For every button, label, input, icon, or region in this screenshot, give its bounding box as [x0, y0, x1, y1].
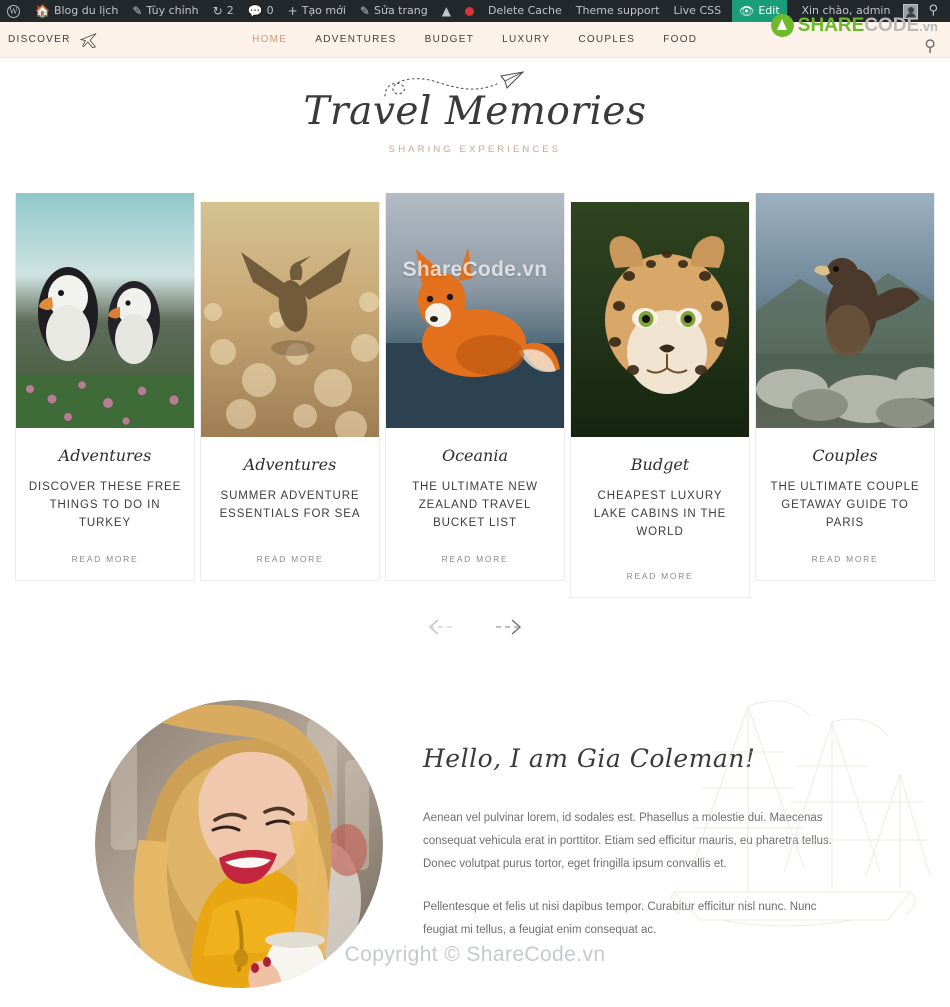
about-text-block: Hello, I am Gia Coleman! Aenean vel pulv…: [383, 700, 931, 962]
wordpress-logo-icon[interactable]: W: [0, 0, 28, 22]
page-title: Travel Memories: [303, 89, 647, 134]
about-paragraph-2: Pellentesque et felis ut nisi dapibus te…: [423, 901, 817, 937]
adminbar-customize-label: Tùy chỉnh: [146, 4, 199, 17]
read-more-link[interactable]: READ MORE: [627, 541, 694, 581]
adminbar-status-dot[interactable]: [458, 0, 481, 22]
site-brand[interactable]: DISCOVER: [0, 31, 252, 49]
list-item[interactable]: Couples THE ULTIMATE COUPLE GETAWAY GUID…: [755, 193, 935, 582]
nav-item-adventures[interactable]: ADVENTURES: [315, 34, 396, 45]
plus-icon: +: [287, 4, 298, 18]
site-navigation: DISCOVER HOME ADVENTURES BUDGET LUXURY C…: [0, 22, 950, 58]
post-carousel: Adventures DISCOVER THESE FREE THINGS TO…: [0, 193, 950, 599]
red-dot-icon: [464, 6, 474, 16]
avatar[interactable]: [903, 3, 919, 19]
adminbar-yoast-seo[interactable]: ▲: [435, 0, 458, 22]
adminbar-comments[interactable]: 💬 0: [241, 0, 281, 22]
card-title[interactable]: CHEAPEST LUXURY LAKE CABINS IN THE WORLD: [581, 488, 739, 541]
list-item[interactable]: Adventures DISCOVER THESE FREE THINGS TO…: [15, 193, 195, 582]
search-icon[interactable]: ⚲: [924, 38, 936, 58]
pencil-icon: ✎: [132, 4, 143, 18]
adminbar-edit-page-label: Sửa trang: [373, 4, 428, 17]
adminbar-live-css[interactable]: Live CSS: [666, 0, 728, 22]
site-brand-label: DISCOVER: [8, 34, 71, 45]
list-item[interactable]: Adventures SUMMER ADVENTURE ESSENTIALS F…: [200, 202, 380, 581]
adminbar-live-css-label: Live CSS: [673, 4, 722, 17]
adminbar-updates[interactable]: ↻ 2: [206, 0, 241, 22]
yoast-seo-icon: ▲: [441, 4, 451, 18]
card-body: Couples THE ULTIMATE COUPLE GETAWAY GUID…: [756, 428, 934, 580]
home-icon: 🏠: [35, 4, 50, 18]
adminbar-account-area: Xin chào, admin ⚲: [794, 0, 950, 22]
nav-item-budget[interactable]: BUDGET: [425, 34, 474, 45]
card-category[interactable]: Oceania: [442, 446, 508, 465]
adminbar-new-content[interactable]: + Tạo mới: [281, 0, 353, 22]
adminbar-edit-button[interactable]: 👁 Edit: [732, 0, 787, 22]
adminbar-edit-label: Edit: [758, 4, 780, 17]
adminbar-edit-page[interactable]: ✎ Sửa trang: [353, 0, 435, 22]
adminbar-new-label: Tạo mới: [301, 4, 346, 17]
adminbar-site-name[interactable]: 🏠 Blog du lịch: [28, 0, 125, 22]
card-category[interactable]: Adventures: [244, 455, 337, 474]
card-image-eagle[interactable]: [756, 193, 934, 428]
adminbar-delete-cache[interactable]: Delete Cache: [481, 0, 569, 22]
card-image-fox[interactable]: [386, 193, 564, 428]
card-body: Oceania THE ULTIMATE NEW ZEALAND TRAVEL …: [386, 428, 564, 580]
card-body: Adventures SUMMER ADVENTURE ESSENTIALS F…: [201, 437, 379, 580]
adminbar-site-label: Blog du lịch: [53, 4, 119, 17]
adminbar-theme-support-label: Theme support: [575, 4, 660, 17]
avatar: [95, 700, 383, 989]
carousel-controls: [0, 614, 950, 640]
arrow-left-icon[interactable]: [424, 614, 460, 640]
card-image-puffins[interactable]: [16, 193, 194, 428]
adminbar-delete-cache-label: Delete Cache: [487, 4, 562, 17]
card-title[interactable]: SUMMER ADVENTURE ESSENTIALS FOR SEA: [211, 488, 369, 524]
nav-item-food[interactable]: FOOD: [663, 34, 697, 45]
card-image-cormorant[interactable]: [201, 202, 379, 437]
card-body: Adventures DISCOVER THESE FREE THINGS TO…: [16, 428, 194, 580]
nav-item-luxury[interactable]: LUXURY: [502, 34, 550, 45]
card-title[interactable]: THE ULTIMATE NEW ZEALAND TRAVEL BUCKET L…: [396, 479, 554, 532]
nav-item-home[interactable]: HOME: [252, 34, 287, 45]
adminbar-comments-count: 0: [266, 4, 274, 17]
airplane-icon: [78, 31, 100, 49]
adminbar-greeting[interactable]: Xin chào, admin: [794, 0, 897, 22]
wp-admin-bar: W 🏠 Blog du lịch ✎ Tùy chỉnh ↻ 2 💬 0 + T…: [0, 0, 950, 22]
adminbar-customize[interactable]: ✎ Tùy chỉnh: [125, 0, 205, 22]
card-image-leopard[interactable]: [571, 202, 749, 437]
list-item[interactable]: Budget CHEAPEST LUXURY LAKE CABINS IN TH…: [570, 202, 750, 599]
logo-wrapper: Travel Memories SHARING EXPERIENCES: [303, 71, 647, 155]
list-item[interactable]: Oceania THE ULTIMATE NEW ZEALAND TRAVEL …: [385, 193, 565, 582]
read-more-link[interactable]: READ MORE: [72, 532, 139, 564]
adminbar-updates-count: 2: [226, 4, 234, 17]
search-icon[interactable]: ⚲: [918, 0, 944, 22]
arrow-right-icon[interactable]: [490, 614, 526, 640]
card-category[interactable]: Adventures: [59, 446, 152, 465]
card-title[interactable]: DISCOVER THESE FREE THINGS TO DO IN TURK…: [26, 479, 184, 532]
wordpress-logo-glyph: W: [7, 4, 20, 18]
adminbar-theme-support[interactable]: Theme support: [569, 0, 667, 22]
updates-icon: ↻: [212, 4, 223, 18]
site-tagline: SHARING EXPERIENCES: [388, 144, 562, 155]
about-heading: Hello, I am Gia Coleman!: [423, 744, 756, 774]
eye-icon: 👁: [739, 4, 755, 18]
card-category[interactable]: Couples: [812, 446, 877, 465]
about-paragraph-1: Aenean vel pulvinar lorem, id sodales es…: [423, 812, 832, 871]
nav-item-couples[interactable]: COUPLES: [578, 34, 635, 45]
comment-icon: 💬: [247, 4, 263, 18]
read-more-link[interactable]: READ MORE: [257, 524, 324, 564]
card-title[interactable]: THE ULTIMATE COUPLE GETAWAY GUIDE TO PAR…: [766, 479, 924, 532]
site-logo-block: Travel Memories SHARING EXPERIENCES: [0, 58, 950, 157]
read-more-link[interactable]: READ MORE: [442, 532, 509, 564]
about-section: Hello, I am Gia Coleman! Aenean vel pulv…: [0, 700, 950, 989]
main-menu: HOME ADVENTURES BUDGET LUXURY COUPLES FO…: [252, 34, 697, 45]
nav-right-area: ⚲: [697, 22, 950, 58]
card-body: Budget CHEAPEST LUXURY LAKE CABINS IN TH…: [571, 437, 749, 597]
edit-pencil-icon: ✎: [359, 4, 370, 18]
card-category[interactable]: Budget: [631, 455, 689, 474]
read-more-link[interactable]: READ MORE: [812, 532, 879, 564]
